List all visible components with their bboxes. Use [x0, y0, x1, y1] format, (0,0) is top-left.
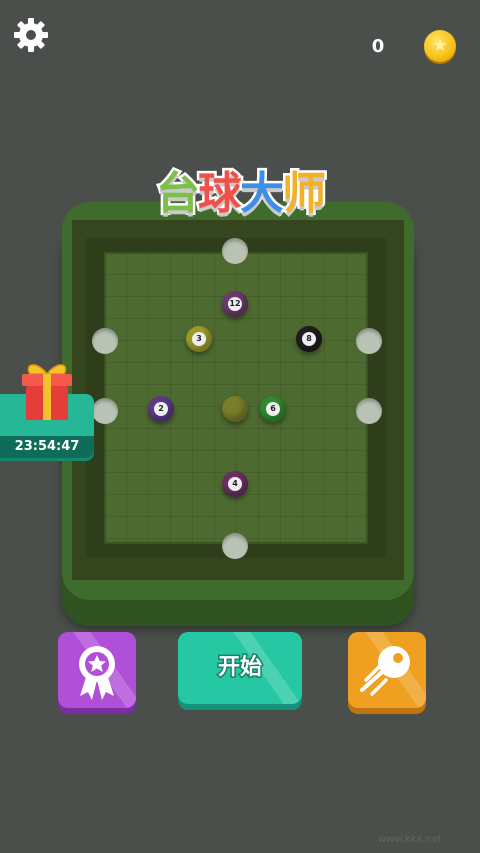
- star-icon: ★: [432, 36, 448, 56]
- watermark: www.kkx.net: [378, 834, 442, 845]
- start-button[interactable]: 开始: [178, 632, 302, 704]
- game-title: 台球大师: [130, 162, 350, 226]
- leaderboard-button[interactable]: [58, 632, 136, 708]
- coin-count: 0: [371, 36, 385, 57]
- pocket-bottom: [222, 533, 248, 559]
- pool-ball: 2: [148, 396, 174, 422]
- pool-ball: 12: [222, 291, 248, 317]
- gift-icon: [22, 364, 72, 420]
- cue-ball: [222, 396, 248, 422]
- pool-ball: 6: [260, 396, 286, 422]
- pool-ball: 3: [186, 326, 212, 352]
- ball-skin-button[interactable]: [348, 632, 426, 708]
- start-button-label: 开始: [216, 654, 263, 682]
- pool-ball: 8: [296, 326, 322, 352]
- coin-icon: ★: [424, 30, 456, 62]
- title-char: 台: [154, 166, 203, 222]
- pocket-left-lower: [92, 398, 118, 424]
- pocket-right-lower: [356, 398, 382, 424]
- title-char: 球: [196, 166, 245, 222]
- award-ribbon-icon: [79, 646, 115, 700]
- pocket-top: [222, 238, 248, 264]
- gift-button[interactable]: [16, 356, 78, 422]
- pocket-right-upper: [356, 328, 382, 354]
- gift-timer: 23:54:47: [0, 436, 94, 458]
- ball-speed-icon: [360, 646, 410, 696]
- pocket-left-upper: [92, 328, 118, 354]
- title-char: 大: [238, 166, 287, 222]
- gear-icon: [14, 18, 48, 52]
- settings-button[interactable]: [12, 16, 50, 54]
- title-char: 师: [280, 166, 329, 222]
- pool-ball: 4: [222, 471, 248, 497]
